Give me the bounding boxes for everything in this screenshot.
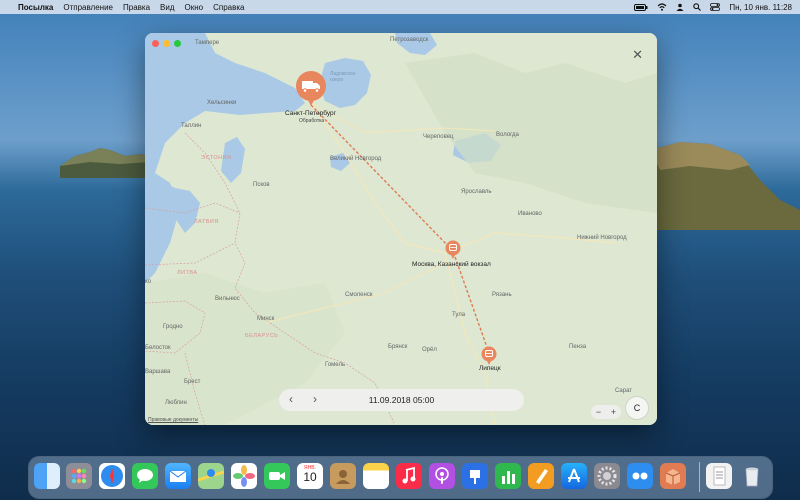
window-zoom-button[interactable] bbox=[174, 40, 181, 47]
map-label-orel: Орёл bbox=[422, 347, 437, 353]
calendar-icon[interactable]: ЯНВ. 10 bbox=[297, 463, 323, 489]
contacts-icon[interactable] bbox=[330, 463, 356, 489]
map-label-ryazan: Рязань bbox=[492, 292, 512, 298]
stop-label-lipetsk: Липецк bbox=[479, 365, 501, 372]
music-icon[interactable] bbox=[396, 463, 422, 489]
island-right-decor bbox=[650, 142, 800, 230]
map-label-latvia: ЛАТВИЯ bbox=[194, 219, 219, 225]
map-label-n-novgorod: Нижний Новгород bbox=[577, 235, 627, 241]
map-label-vilnius: Вильнюс bbox=[215, 296, 240, 302]
battery-icon[interactable] bbox=[634, 3, 648, 11]
zoom-control: − + bbox=[591, 405, 621, 419]
map-label-pskov: Псков bbox=[253, 182, 270, 188]
maps-icon[interactable] bbox=[197, 463, 225, 489]
search-icon[interactable] bbox=[693, 3, 702, 11]
map-canvas[interactable] bbox=[145, 33, 657, 425]
document-icon[interactable] bbox=[706, 463, 732, 489]
stop-status-spb: Обработка bbox=[299, 118, 325, 124]
safari-icon[interactable] bbox=[99, 463, 125, 489]
menu-item-okno[interactable]: Окно bbox=[185, 3, 204, 12]
launchpad-icon[interactable] bbox=[66, 463, 92, 489]
window-close-button[interactable] bbox=[152, 40, 159, 47]
zoom-in-button[interactable]: + bbox=[611, 407, 616, 417]
menu-app-name[interactable]: Посылка bbox=[18, 3, 53, 12]
map-label-lublin: Люблин bbox=[165, 400, 187, 406]
map-label-varshava: Варшава bbox=[145, 369, 171, 375]
map-label-grodno: Гродно bbox=[163, 324, 183, 330]
map-label-tula: Тула bbox=[452, 312, 466, 318]
user-icon[interactable] bbox=[676, 3, 684, 11]
numbers-icon[interactable] bbox=[495, 463, 521, 489]
map-label-litva: ЛИТВА bbox=[177, 270, 198, 276]
map-label-bryansk: Брянск bbox=[388, 344, 408, 350]
timeline-next-button[interactable]: › bbox=[313, 392, 317, 406]
parcel-icon[interactable] bbox=[660, 463, 686, 489]
map-label-tampere: Тампере bbox=[195, 40, 220, 46]
menu-item-vid[interactable]: Вид bbox=[160, 3, 174, 12]
menu-item-spravka[interactable]: Справка bbox=[213, 3, 244, 12]
map-label-ladoga: Ладожское озеро bbox=[330, 71, 356, 83]
system-preferences-icon[interactable] bbox=[594, 463, 620, 489]
trash-icon[interactable] bbox=[739, 463, 765, 489]
map-label-brest: Брест bbox=[184, 379, 201, 385]
map-label-novgorod: Великий Новгород bbox=[330, 156, 382, 162]
map-label-estonia: ЭСТОНИЯ bbox=[201, 155, 232, 161]
messages-icon[interactable] bbox=[132, 463, 158, 489]
window-minimize-button[interactable] bbox=[163, 40, 170, 47]
map-label-cherepovets: Череповец bbox=[423, 134, 454, 140]
stop-label-spb: Санкт-Петербург bbox=[285, 110, 336, 117]
map-label-saratov: Сарат bbox=[615, 388, 633, 394]
map-label-yaroslavl: Ярославль bbox=[461, 189, 492, 195]
map-label-petrozavodsk: Петрозаводск bbox=[390, 37, 429, 43]
map-label-tallinn: Таллин bbox=[181, 123, 202, 129]
facetime-icon[interactable] bbox=[264, 463, 290, 489]
map-label-helsinki: Хельсинки bbox=[207, 100, 237, 106]
timeline-bar: ‹ › 11.09.2018 05:00 bbox=[279, 389, 524, 411]
map-label-belarus: БЕЛАРУСЬ bbox=[245, 333, 279, 339]
timeline-datetime: 11.09.2018 05:00 bbox=[368, 395, 435, 405]
map-label-kaunas: ко bbox=[145, 279, 152, 285]
stop-label-moscow: Москва, Казанский вокзал bbox=[412, 261, 491, 268]
train-icon bbox=[445, 240, 461, 259]
menubar-clock[interactable]: Пн, 10 янв. 11:28 bbox=[729, 3, 792, 12]
map-label-smolensk: Смоленск bbox=[345, 292, 373, 298]
podcasts-icon[interactable] bbox=[429, 463, 455, 489]
menu-item-otpravlenie[interactable]: Отправление bbox=[63, 3, 113, 12]
app-window: ✕ Тампере Петрозаводск Ладожское озеро Х… bbox=[145, 33, 657, 425]
map-label-belostok: Белосток bbox=[145, 345, 171, 351]
map-label-ivanovo: Иваново bbox=[518, 211, 542, 217]
map-label-minsk: Минск bbox=[257, 316, 275, 322]
zoom-out-button[interactable]: − bbox=[596, 407, 601, 417]
finder-alt-icon[interactable] bbox=[627, 463, 653, 489]
photos-icon[interactable] bbox=[231, 463, 257, 489]
island-left-decor bbox=[60, 148, 160, 178]
menu-item-pravka[interactable]: Правка bbox=[123, 3, 150, 12]
calendar-day: 10 bbox=[303, 470, 317, 484]
pages-icon[interactable] bbox=[528, 463, 554, 489]
stop-pin-spb[interactable] bbox=[295, 71, 327, 112]
truck-icon bbox=[296, 71, 326, 106]
map-label-gomel: Гомель bbox=[325, 362, 346, 368]
keynote-icon[interactable] bbox=[462, 463, 488, 489]
mail-icon[interactable] bbox=[165, 463, 191, 489]
wifi-icon[interactable] bbox=[657, 3, 667, 11]
app-store-icon[interactable] bbox=[561, 463, 587, 489]
control-center-icon[interactable] bbox=[710, 3, 721, 11]
compass-button[interactable]: С bbox=[626, 397, 648, 419]
notes-icon[interactable] bbox=[363, 463, 389, 489]
train-icon bbox=[481, 346, 497, 365]
finder-icon[interactable] bbox=[34, 463, 60, 489]
compass-label: С bbox=[633, 403, 641, 413]
legal-link[interactable]: Правовые документы bbox=[148, 417, 198, 423]
close-icon[interactable]: ✕ bbox=[632, 47, 643, 63]
timeline-prev-button[interactable]: ‹ bbox=[289, 392, 293, 406]
dock-separator bbox=[699, 462, 700, 492]
map-label-penza: Пенза bbox=[569, 344, 587, 350]
map-label-vologda: Вологда bbox=[496, 132, 519, 138]
menu-bar: Посылка Отправление Правка Вид Окно Спра… bbox=[0, 0, 800, 14]
